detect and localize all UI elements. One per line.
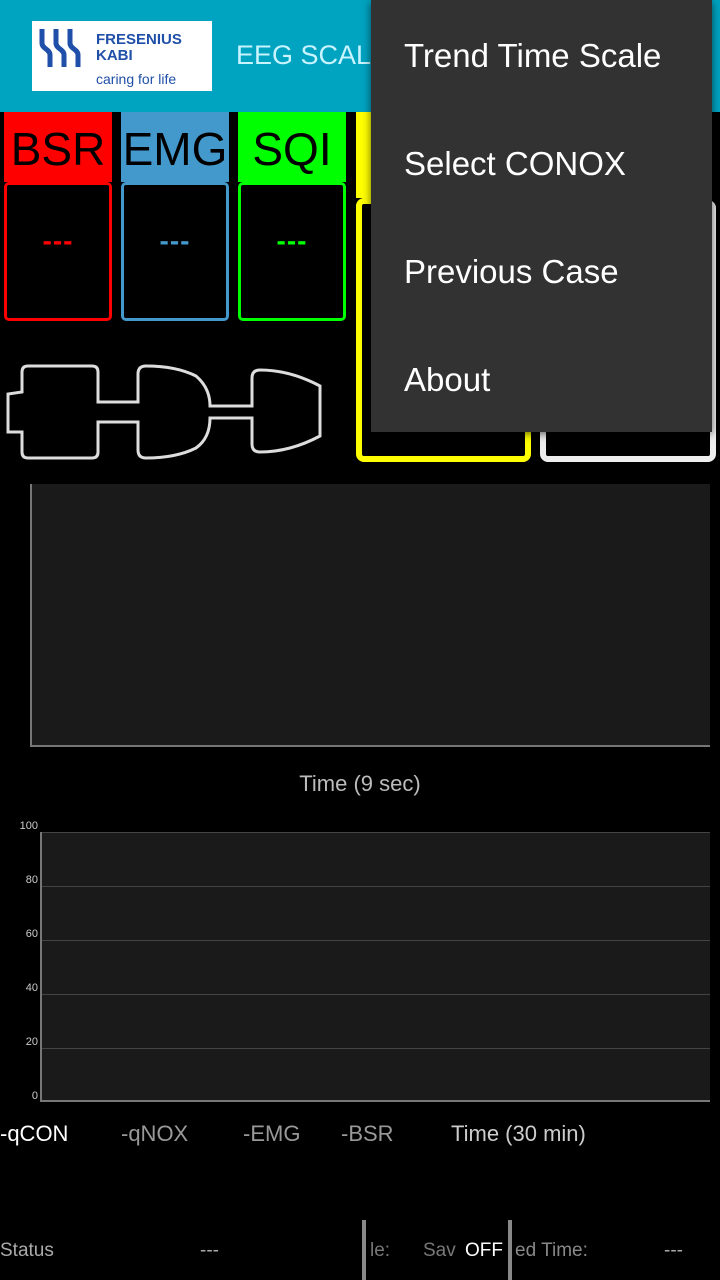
y-tick: 20 (25, 1036, 38, 1048)
logo-tagline: caring for life (96, 71, 177, 87)
status-divider (362, 1220, 366, 1280)
gridline (42, 994, 710, 995)
bsr-tile[interactable]: --- (4, 182, 112, 321)
trend-graph (40, 832, 710, 1102)
menu-item-trend-time-scale[interactable]: Trend Time Scale (404, 0, 704, 108)
elapsed-time-value: --- (664, 1240, 683, 1261)
gridline (42, 832, 710, 833)
sqi-tile-label: SQI (238, 112, 346, 182)
legend-bsr[interactable]: -BSR (341, 1121, 394, 1147)
file-label: le: (370, 1240, 391, 1261)
sqi-value: --- (276, 225, 308, 256)
trend-graph-xlabel: Time (30 min) (451, 1121, 586, 1146)
legend-emg[interactable]: -EMG (243, 1121, 300, 1147)
elapsed-time-label: ed Time: (515, 1240, 588, 1261)
app-title: EEG SCAL (236, 40, 372, 70)
status-value: --- (200, 1240, 219, 1261)
sqi-tile[interactable]: --- (238, 182, 346, 321)
bsr-value: --- (42, 225, 74, 256)
logo-brand-line1: FRESENIUS (96, 31, 182, 48)
gridline (42, 1048, 710, 1049)
emg-tile-label: EMG (121, 112, 229, 182)
trend-y-axis: 100 80 60 40 20 0 (0, 820, 40, 1102)
emg-value: --- (159, 225, 191, 256)
y-tick: 60 (25, 928, 38, 940)
sensor-electrode-icon (6, 364, 322, 460)
logo-mark-icon (39, 29, 81, 67)
status-divider (508, 1220, 512, 1280)
eeg-waveform-graph (30, 484, 710, 747)
save-toggle[interactable]: OFF (465, 1240, 503, 1262)
legend-qnox[interactable]: -qNOX (121, 1121, 188, 1147)
gridline (42, 886, 710, 887)
y-tick: 100 (19, 820, 38, 832)
gridline (42, 940, 710, 941)
legend-qcon[interactable]: -qCON (0, 1121, 68, 1147)
menu-item-select-conox[interactable]: Select CONOX (404, 108, 704, 216)
bsr-tile-label: BSR (4, 112, 112, 182)
overflow-menu: Trend Time Scale Select CONOX Previous C… (371, 0, 712, 432)
fresenius-kabi-logo: FRESENIUS KABI caring for life (32, 21, 212, 91)
menu-item-previous-case[interactable]: Previous Case (404, 216, 704, 324)
menu-item-about[interactable]: About (404, 324, 704, 432)
eeg-graph-xlabel: Time (9 sec) (299, 771, 421, 796)
status-label: Status (0, 1240, 54, 1261)
y-tick: 80 (25, 874, 38, 886)
logo-brand: FRESENIUS KABI (96, 32, 182, 64)
y-tick: 40 (25, 982, 38, 994)
y-tick: 0 (31, 1090, 38, 1102)
logo-brand-line2: KABI (96, 47, 133, 64)
emg-tile[interactable]: --- (121, 182, 229, 321)
save-label: Sav (423, 1240, 456, 1261)
